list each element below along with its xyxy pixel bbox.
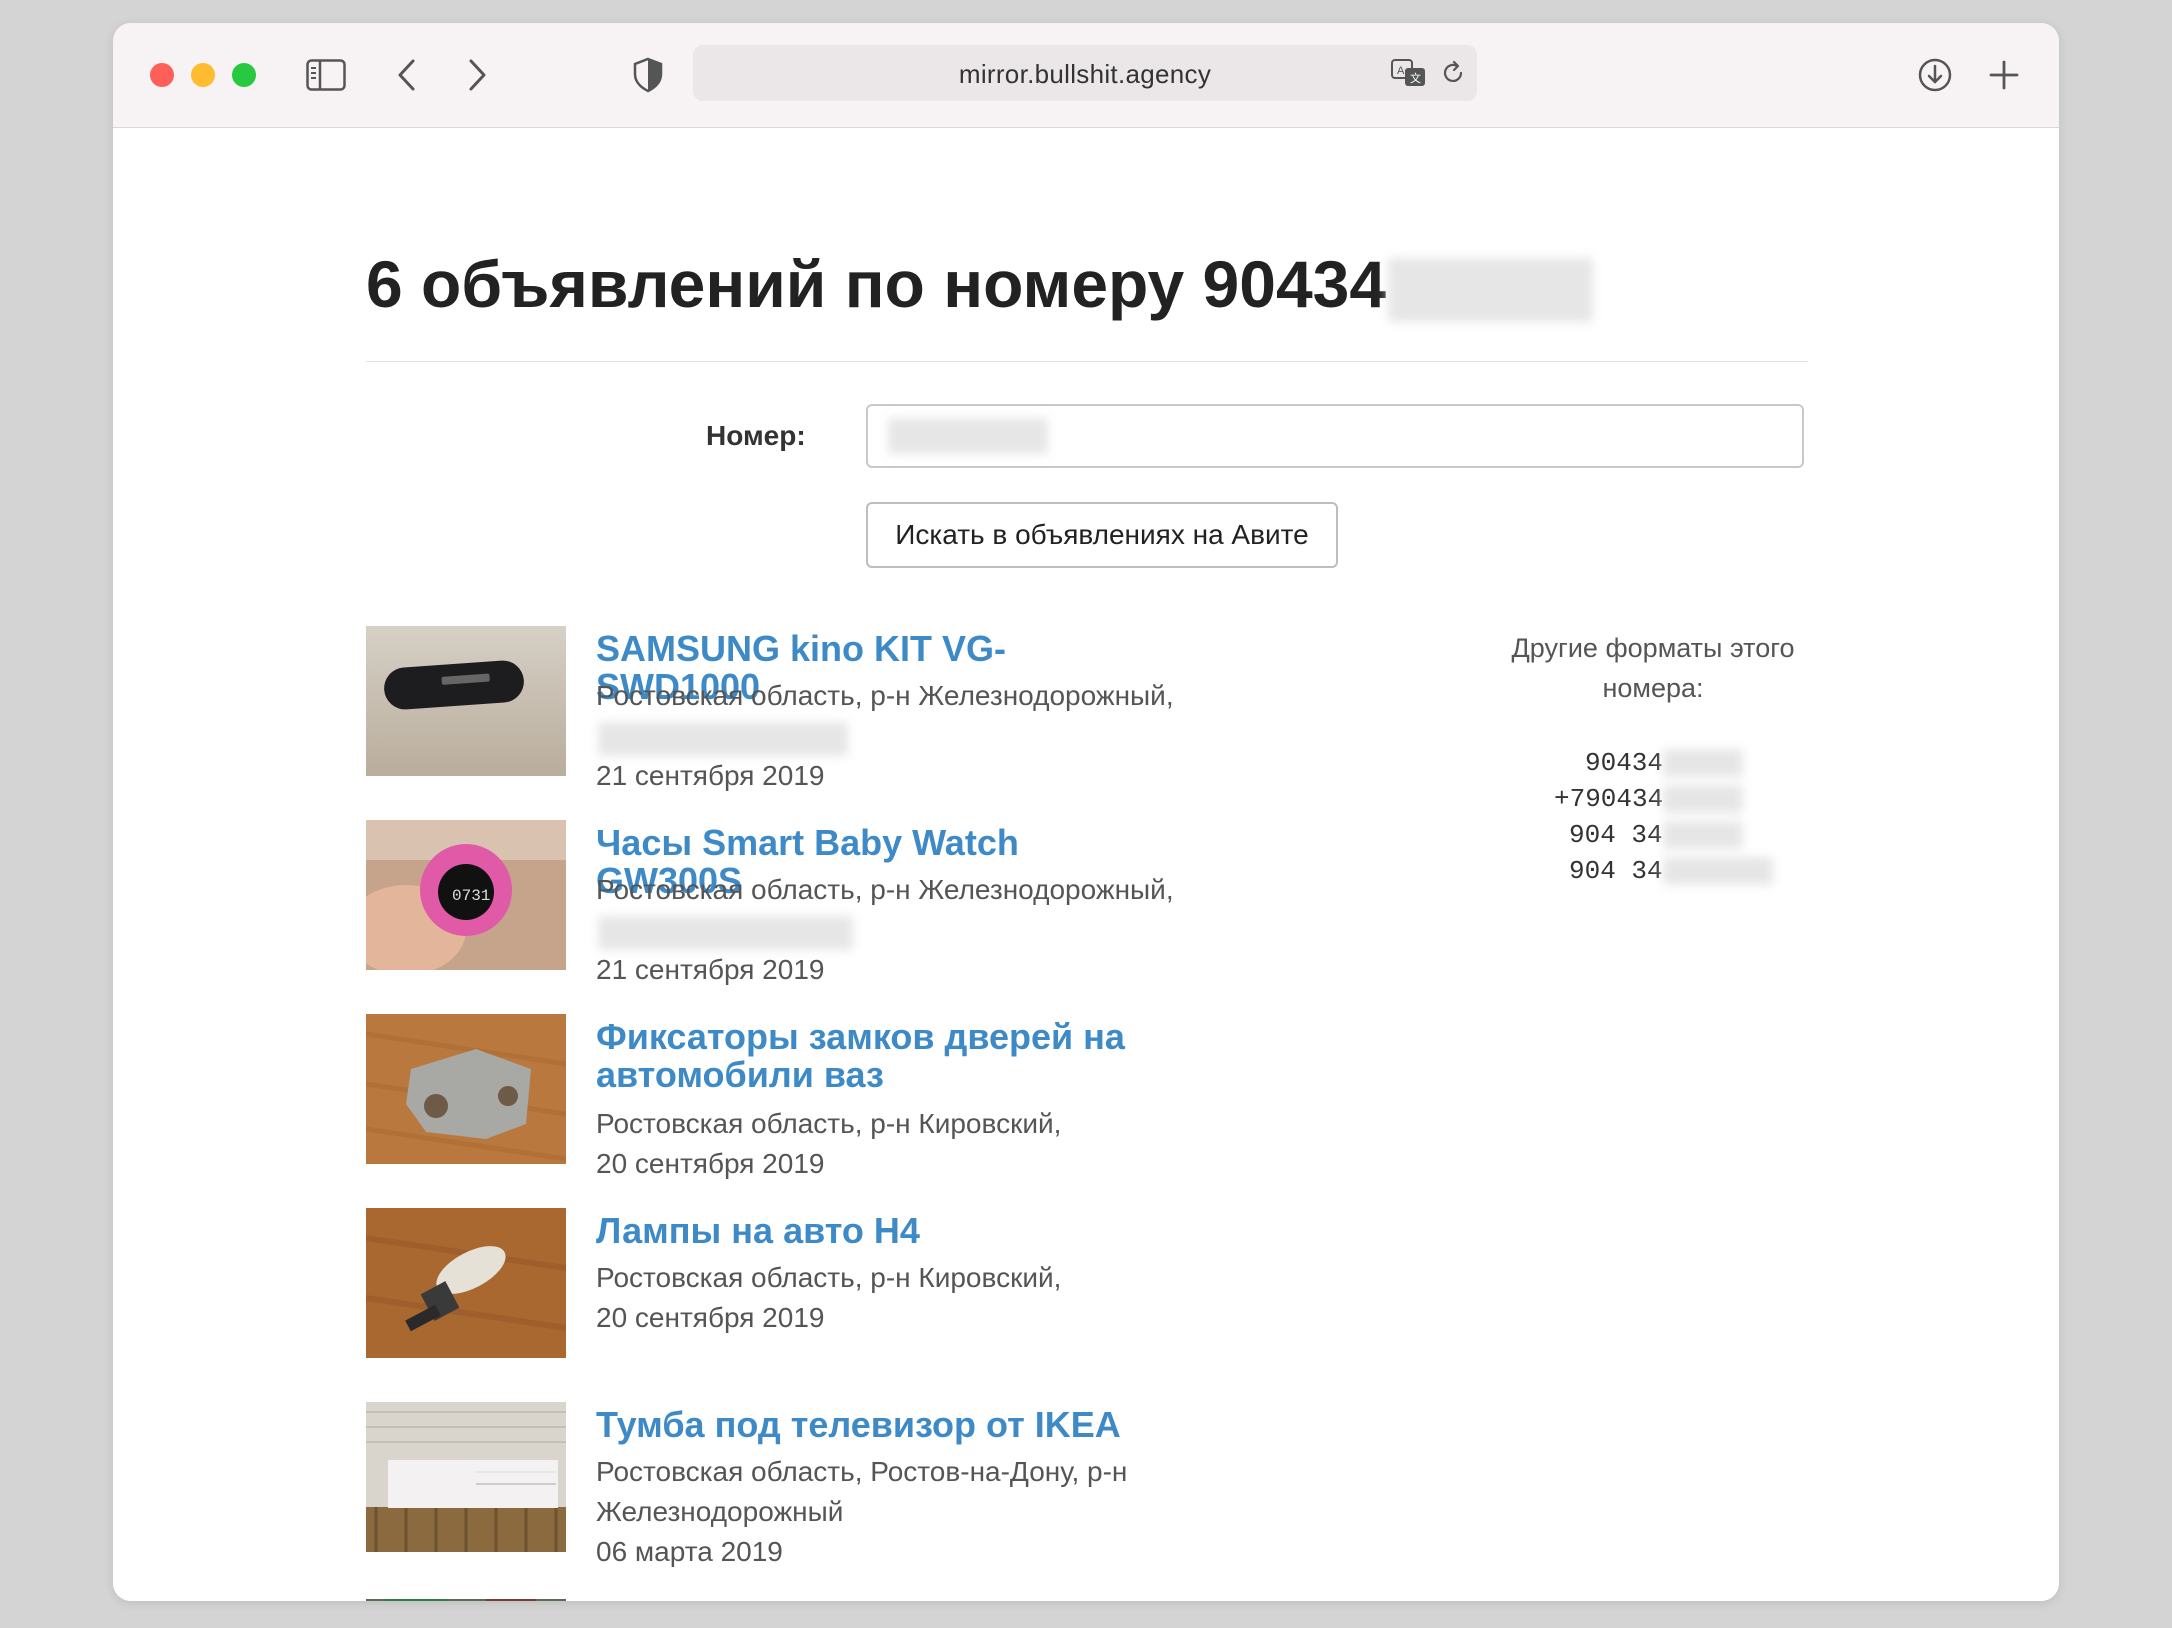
browser-toolbar: mirror.bullshit.agency A 文	[113, 23, 2059, 128]
back-icon[interactable]	[395, 58, 419, 92]
listing-date: 21 сентября 2019	[596, 760, 825, 791]
listing-item: Лампы на авто H4 Ростовская область, р-н…	[366, 1208, 1166, 1378]
page-title: 6 объявлений по номеру 90434	[366, 246, 1594, 322]
listing-date: 20 сентября 2019	[596, 1302, 825, 1333]
page-title-text: 6 объявлений по номеру 90434	[366, 247, 1387, 321]
page-content: 6 объявлений по номеру 90434 Номер: Иска…	[113, 128, 2059, 1601]
listing-title-link[interactable]: Тумба под телевизор от IKEA	[596, 1406, 1156, 1444]
listing-date: 06 марта 2019	[596, 1536, 783, 1567]
phone-label: Номер:	[706, 420, 806, 451]
listing-location: Ростовская область, Ростов-на-Дону, р-н …	[596, 1456, 1128, 1527]
listing-title-link[interactable]: Лампы на авто H4	[596, 1212, 1156, 1250]
listing-thumbnail[interactable]	[366, 1014, 566, 1164]
url-text: mirror.bullshit.agency	[958, 59, 1212, 89]
listing-thumbnail-partial	[366, 1596, 566, 1601]
listing-title-link[interactable]: Фиксаторы замков дверей на автомобили ва…	[596, 1018, 1156, 1094]
svg-text:0731: 0731	[452, 887, 490, 905]
redacted-input-value	[888, 418, 1048, 454]
forward-icon[interactable]	[465, 58, 489, 92]
translate-icon[interactable]: A 文	[1391, 59, 1427, 87]
svg-text:A: A	[1397, 65, 1405, 77]
format-item: 90434	[1585, 748, 1744, 778]
redacted-digits	[1662, 857, 1773, 886]
listing-thumbnail[interactable]	[366, 626, 566, 776]
listing-date: 20 сентября 2019	[596, 1148, 825, 1179]
listing-item: SAMSUNG kino KIT VG-SWD1000 Ростовская о…	[366, 626, 1174, 796]
listing-date: 21 сентября 2019	[596, 954, 825, 985]
svg-text:文: 文	[1410, 71, 1421, 85]
listing-location: Ростовская область, р-н Железнодорожный,	[596, 680, 1174, 711]
minimize-window-button[interactable]	[191, 63, 215, 87]
format-item: 904 34	[1569, 856, 1773, 886]
format-text: +790434	[1554, 784, 1664, 814]
format-text: 904 34	[1569, 820, 1663, 850]
listing-item: 0731 Часы Smart Baby Watch GW300S Ростов…	[366, 820, 1174, 990]
redacted-digits	[1663, 749, 1744, 778]
new-tab-icon[interactable]	[1989, 60, 2019, 90]
format-item: 904 34	[1569, 820, 1743, 850]
format-text: 90434	[1585, 748, 1664, 778]
browser-window: mirror.bullshit.agency A 文 6 объявлений …	[113, 23, 2059, 1601]
reload-icon[interactable]	[1440, 60, 1466, 86]
listing-location: Ростовская область, р-н Железнодорожный,	[596, 874, 1174, 905]
redacted-digits	[1663, 785, 1744, 814]
listing-item: Тумба под телевизор от IKEA Ростовская о…	[366, 1402, 1166, 1572]
format-item: +790434	[1554, 784, 1744, 814]
redacted-address	[598, 916, 853, 950]
search-avito-button[interactable]: Искать в объявлениях на Авите	[866, 502, 1338, 568]
divider	[366, 361, 1808, 362]
close-window-button[interactable]	[150, 63, 174, 87]
listing-thumbnail[interactable]	[366, 1208, 566, 1358]
listing-location: Ростовская область, р-н Кировский,	[596, 1108, 1062, 1139]
sidebar-toggle-icon[interactable]	[306, 59, 346, 91]
privacy-shield-icon[interactable]	[632, 57, 664, 93]
zoom-window-button[interactable]	[232, 63, 256, 87]
listing-thumbnail[interactable]: 0731	[366, 820, 566, 970]
phone-input[interactable]	[866, 404, 1804, 468]
formats-title: Другие форматы этого номера:	[1511, 633, 1795, 703]
listing-item: Фиксаторы замков дверей на автомобили ва…	[366, 1014, 1166, 1184]
downloads-icon[interactable]	[1917, 57, 1953, 93]
format-text: 904 34	[1569, 856, 1663, 886]
redacted-digits	[1662, 821, 1743, 850]
listing-location: Ростовская область, р-н Кировский,	[596, 1262, 1062, 1293]
listing-thumbnail[interactable]	[366, 1402, 566, 1552]
redacted-address	[598, 722, 848, 756]
redacted-number	[1388, 257, 1594, 322]
address-bar[interactable]: mirror.bullshit.agency A 文	[693, 45, 1477, 101]
